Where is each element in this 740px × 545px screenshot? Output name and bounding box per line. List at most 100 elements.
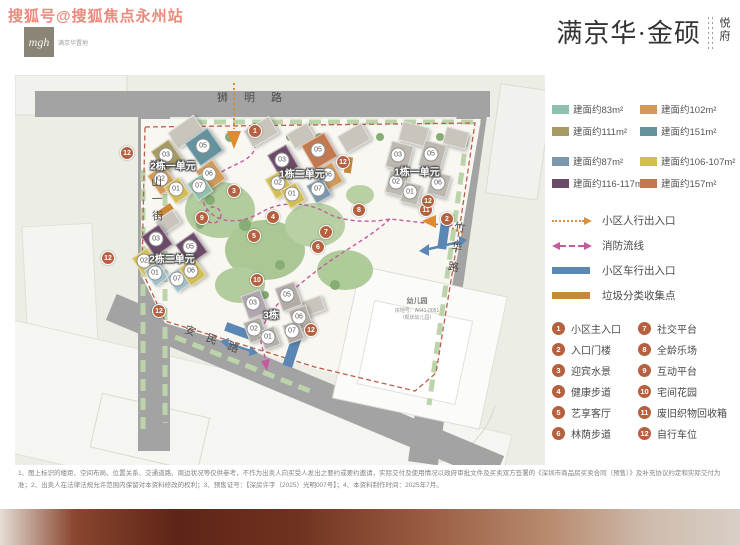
legend-area-item: 建面约83m² <box>552 98 640 120</box>
unit-number-badge: 07 <box>285 324 300 339</box>
legend-point-item: 6林荫步道 <box>552 423 632 444</box>
legend-area-item: 建面约102m² <box>640 98 738 120</box>
unit-number-badge: 07 <box>170 272 185 287</box>
map-marker-2: 2 <box>440 212 454 226</box>
legend-point-number: 4 <box>552 385 565 398</box>
legend-point-item: 8全龄乐场 <box>638 339 738 360</box>
unit-number-badge: 02 <box>247 322 262 337</box>
legend-area-item: 建面约111m² <box>552 120 640 142</box>
unit-number-badge: 05 <box>311 143 326 158</box>
brand-logo: 满京华·金硕 悦府 <box>556 13 732 50</box>
legend-point-label: 艺享客厅 <box>571 405 611 420</box>
legend-area-label: 建面约87m² <box>573 154 623 168</box>
unit-number-badge: 01 <box>285 187 300 202</box>
legend-point-label: 宅间花园 <box>657 384 697 399</box>
unit-number-badge: 07 <box>192 179 207 194</box>
legend-numbered-points: 1小区主入口2入口门楼3迎宾水景4健康步道5艺享客厅6林荫步道7社交平台8全龄乐… <box>552 318 738 444</box>
unit-number-badge: 06 <box>292 310 307 325</box>
unit-number-badge: 07 <box>311 182 326 197</box>
legend-point-number: 9 <box>638 364 651 377</box>
unit-number-badge: 01 <box>169 182 184 197</box>
sohu-watermark: 搜狐号@搜狐焦点永州站 <box>8 5 184 26</box>
map-marker-10: 10 <box>250 273 264 287</box>
map-marker-6: 6 <box>311 240 325 254</box>
legend-point-item: 12 自行车位 <box>638 423 738 444</box>
legend-color-swatch <box>640 127 657 136</box>
map-marker-5: 5 <box>247 229 261 243</box>
arrow-left-icon <box>552 242 560 250</box>
legend-point-number: 5 <box>552 406 565 419</box>
legend-area-item: 建面约106-107m² <box>640 150 738 172</box>
dotted-arrow-icon <box>552 217 592 225</box>
unit-number-badge: 03 <box>149 232 164 247</box>
cluster-label-c3: 3栋 <box>263 307 279 322</box>
legend-point-number: 12 <box>638 427 651 440</box>
unit-number-badge: 06 <box>184 264 199 279</box>
unit-number-badge: 01 <box>261 330 276 345</box>
map-marker-8: 8 <box>352 203 366 217</box>
legend-route-item: 消防流线 <box>552 233 738 258</box>
legend-point-number: 8 <box>638 343 651 356</box>
map-marker-12: 12 <box>101 251 115 265</box>
road-name-shiming-road: 狮明路 <box>217 89 298 105</box>
legend-color-swatch <box>640 157 657 166</box>
legend-color-swatch <box>640 105 657 114</box>
legend-area-group: 建面约87m²建面约106-107m²建面约116-117m²建面约157m² <box>552 150 738 194</box>
legend-point-label: 小区主入口 <box>571 321 621 336</box>
map-marker-7: 7 <box>319 225 333 239</box>
legend-route-label: 小区车行出入口 <box>602 263 676 278</box>
site-plan-map: 狮明路 狮山一街 竹华路 安民路 幼儿园 宗地号：A641-0051 （现状幼儿… <box>15 75 545 465</box>
legend-color-swatch <box>552 179 569 188</box>
legend-area-item: 建面约87m² <box>552 150 640 172</box>
legend-point-item: 4 健康步道 <box>552 381 632 402</box>
unit-number-badge: 05 <box>280 288 295 303</box>
legend-point-number: 2 <box>552 343 565 356</box>
legend-area-label: 建面约151m² <box>661 124 716 138</box>
legend-point-label: 迎宾水景 <box>571 363 611 378</box>
legend-point-item: 3 迎宾水景 <box>552 360 632 381</box>
brand-motto-line <box>708 17 709 49</box>
legend-point-number: 3 <box>552 364 565 377</box>
unit-number-badge: 03 <box>246 296 261 311</box>
legend-area-item: 建面约151m² <box>640 120 738 142</box>
unit-number-badge: 01 <box>148 266 163 281</box>
map-marker-12: 12 <box>421 194 435 208</box>
solid-bar <box>552 267 590 274</box>
legend-area-group: 建面约83m² 建面约102m² 建面约111m² 建面约151m² <box>552 98 738 142</box>
legend-point-label: 废旧织物回收箱 <box>657 405 727 420</box>
legend-route-types: 小区人行出入口消防流线小区车行出入口垃圾分类收集点 <box>552 208 738 308</box>
kindergarten-status: （现状幼儿园） <box>367 315 467 323</box>
legend-point-item: 10宅间花园 <box>638 381 738 402</box>
legend-route-label: 小区人行出入口 <box>602 213 676 228</box>
legend-area-label: 建面约116-117m² <box>573 176 646 190</box>
legend-point-label: 互动平台 <box>657 363 697 378</box>
legend-area-label: 建面约111m² <box>573 124 627 138</box>
publisher-logo: mgh 满京华置地 <box>24 27 88 57</box>
bottom-gradient-bar <box>0 509 740 545</box>
legend-route-item: 小区人行出入口 <box>552 208 738 233</box>
legend-area-label: 建面约102m² <box>661 102 716 116</box>
legend-route-item: 垃圾分类收集点 <box>552 283 738 308</box>
brand-side: 悦府 <box>708 17 732 49</box>
unit-number-badge: 05 <box>196 139 211 154</box>
legend-color-swatch <box>640 179 657 188</box>
legend-point-item: 11 废旧织物回收箱 <box>638 402 738 423</box>
unit-number-badge: 05 <box>424 147 439 162</box>
cluster-label-c2-2: 2栋二单元 <box>149 251 195 266</box>
legend-route-label: 垃圾分类收集点 <box>602 288 676 303</box>
legend-point-label: 社交平台 <box>657 321 697 336</box>
map-marker-12: 12 <box>336 155 350 169</box>
legend-color-swatch <box>552 127 569 136</box>
legend-area-label: 建面约83m² <box>573 102 623 116</box>
arrow-right-icon <box>584 242 592 250</box>
map-marker-4: 4 <box>266 210 280 224</box>
dotted-line <box>552 220 584 222</box>
legend-point-number: 11 <box>638 406 651 419</box>
brand-title: 满京华·金硕 <box>556 13 701 50</box>
kindergarten-label: 幼儿园 宗地号：A641-0051 （现状幼儿园） <box>367 297 467 323</box>
legend-point-label: 自行车位 <box>657 426 697 441</box>
map-marker-3: 3 <box>227 184 241 198</box>
legend-point-label: 健康步道 <box>571 384 611 399</box>
legend-point-item: 5 艺享客厅 <box>552 402 632 423</box>
arrow-right-icon <box>584 217 592 225</box>
